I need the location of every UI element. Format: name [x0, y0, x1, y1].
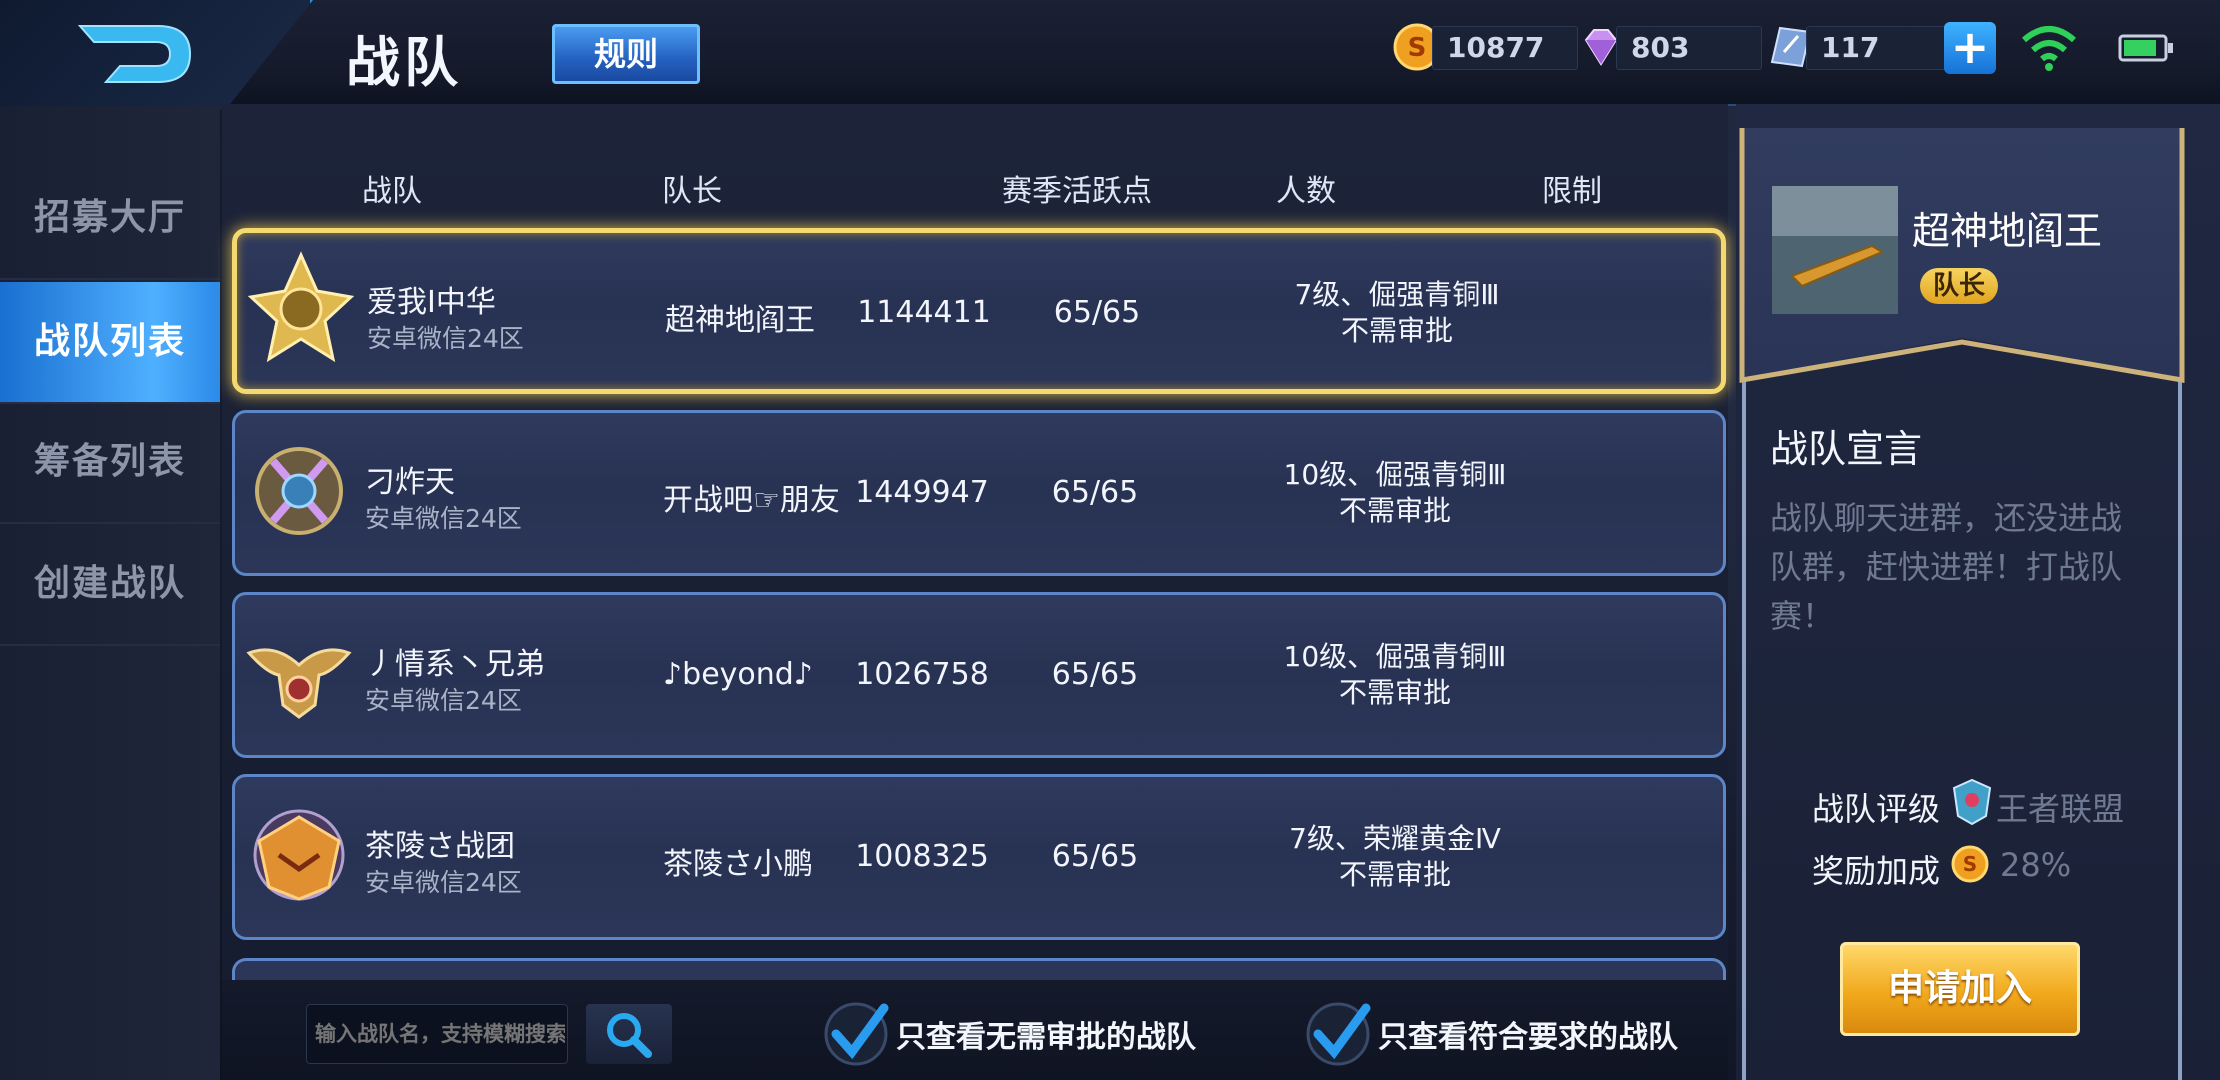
- team-limit: 10级、倔强青铜Ⅲ: [1283, 640, 1507, 673]
- table-row[interactable]: 爱我I中华 安卓微信24区 超神地阎王 1144411 65/65 7级、倔强青…: [232, 228, 1726, 394]
- column-header-members: 人数: [1276, 174, 1336, 209]
- manifesto-text: 战队聊天进群，还没进战队群，赶快进群！打战队赛！: [1770, 499, 2123, 635]
- filter-no-approval-label[interactable]: 只查看无需审批的战队: [896, 1012, 1196, 1056]
- team-server: 安卓微信24区: [365, 504, 522, 533]
- table-row[interactable]: 茶陵さ战团 安卓微信24区 茶陵さ小鹏 1008325 65/65 7级、荣耀黄…: [232, 774, 1726, 940]
- team-members: 65/65: [1053, 295, 1141, 330]
- diamond-resource: 803: [1576, 22, 1762, 70]
- team-approval: 不需审批: [1338, 494, 1451, 527]
- checkbox-no-approval[interactable]: [822, 998, 890, 1068]
- column-header-captain: 队长: [662, 174, 722, 209]
- team-members: 65/65: [1051, 839, 1139, 874]
- svg-text:S: S: [1963, 852, 1977, 876]
- team-name: 丿情系丶兄弟: [365, 647, 545, 682]
- filter-eligible-label[interactable]: 只查看符合要求的战队: [1378, 1012, 1678, 1056]
- team-rating-label: 战队评级: [1812, 790, 1941, 828]
- team-name: 爱我I中华: [367, 285, 496, 320]
- boat-image-icon: [1772, 186, 1898, 314]
- back-arrow-icon[interactable]: [70, 14, 200, 94]
- svg-text:S: S: [1408, 33, 1427, 63]
- team-rating-value: 王者联盟: [1996, 790, 2125, 828]
- diamond-amount: 803: [1616, 26, 1762, 70]
- checkbox-eligible[interactable]: [1304, 998, 1372, 1068]
- team-search-input[interactable]: [306, 1004, 568, 1064]
- recharge-plus-button[interactable]: +: [1944, 22, 1996, 74]
- table-row[interactable]: 丿情系丶兄弟 安卓微信24区 ♪beyond♪ 1026758 65/65 10…: [232, 592, 1726, 758]
- column-header-limit: 限制: [1542, 174, 1602, 209]
- team-approval: 不需审批: [1338, 858, 1451, 891]
- wifi-icon: [2022, 26, 2076, 71]
- sidebar-item-prep-list[interactable]: 筹备列表: [0, 402, 220, 524]
- gold-coin-icon: S: [1951, 845, 1989, 883]
- column-header-activity: 赛季活跃点: [1002, 174, 1152, 209]
- gold-amount: 10877: [1432, 26, 1578, 70]
- team-limit: 10级、倔强青铜Ⅲ: [1283, 458, 1507, 491]
- sidebar-item-team-list[interactable]: 战队列表: [0, 282, 220, 404]
- sidebar-item-recruit-hall[interactable]: 招募大厅: [0, 158, 220, 280]
- team-limit: 7级、倔强青铜Ⅲ: [1294, 278, 1500, 311]
- rules-button[interactable]: 规则: [552, 24, 700, 84]
- page-title: 战队: [346, 31, 462, 94]
- team-server: 安卓微信24区: [365, 868, 522, 897]
- team-emblem-icon: [247, 251, 355, 363]
- team-members: 65/65: [1051, 475, 1139, 510]
- reward-bonus-label: 奖励加成: [1812, 852, 1941, 890]
- team-emblem-icon: [255, 447, 343, 535]
- gold-resource: S 10877: [1392, 22, 1578, 71]
- team-server: 安卓微信24区: [365, 686, 522, 715]
- sidebar-item-create-team[interactable]: 创建战队: [0, 524, 220, 646]
- voucher-amount: 117: [1806, 26, 1952, 70]
- detail-captain-name: 超神地阎王: [1912, 209, 2103, 253]
- team-emblem-icon: [253, 809, 345, 901]
- team-emblem-icon: [246, 648, 352, 719]
- column-header-team: 战队: [362, 174, 422, 209]
- battery-icon: [2118, 34, 2173, 62]
- rating-emblem-icon: [1952, 778, 1992, 826]
- team-members: 65/65: [1051, 657, 1139, 692]
- team-name: 刁炸天: [365, 465, 455, 500]
- captain-badge: 队长: [1920, 268, 1998, 304]
- voucher-resource: 117: [1766, 22, 1952, 70]
- search-button[interactable]: [586, 1004, 672, 1064]
- search-icon: [607, 1013, 652, 1058]
- reward-bonus-value: 28%: [2000, 846, 2072, 884]
- manifesto-title: 战队宣言: [1770, 427, 1923, 471]
- team-limit: 7级、荣耀黄金Ⅳ: [1289, 822, 1501, 855]
- team-approval: 不需审批: [1338, 676, 1451, 709]
- table-row[interactable]: 刁炸天 安卓微信24区 开战吧☞朋友 1449947 65/65 10级、倔强青…: [232, 410, 1726, 576]
- captain-avatar: [1772, 186, 1898, 314]
- team-name: 茶陵さ战团: [365, 829, 515, 864]
- team-approval: 不需审批: [1340, 314, 1453, 347]
- team-server: 安卓微信24区: [367, 324, 524, 353]
- apply-join-button[interactable]: 申请加入: [1840, 942, 2080, 1036]
